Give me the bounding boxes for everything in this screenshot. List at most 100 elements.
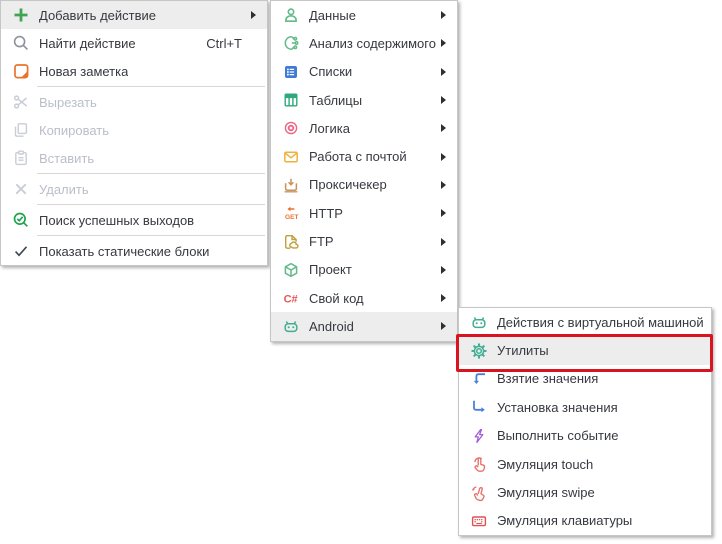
touch-icon [469,455,489,473]
separator [37,86,265,87]
menu-item-label: FTP [309,234,334,249]
proxy-checker-icon [281,176,301,194]
submenu-arrow-icon [441,322,446,330]
submenu-arrow-icon [441,153,446,161]
project-cube-icon [281,261,301,279]
menu-item[interactable]: Работа с почтой [271,142,457,170]
http-get-icon: GET [281,204,301,222]
menu-item-label: Данные [309,8,356,23]
run-event-icon [469,427,489,445]
submenu-arrow-icon [441,39,446,47]
set-value-icon [469,398,489,416]
menu-item-label: Удалить [39,182,89,197]
menu-item[interactable]: Логика [271,114,457,142]
delete-icon [11,180,31,198]
menu-item-label: Взятие значения [497,371,598,386]
menu-item-label: Показать статические блоки [39,244,209,259]
menu-item: Удалить [1,175,267,203]
submenu-arrow-icon [441,124,446,132]
paste-icon [11,149,31,167]
search-success-icon [11,211,31,229]
android-icon [469,313,489,331]
submenu-arrow-icon [441,181,446,189]
menu-item-label: Свой код [309,291,364,306]
table-icon [281,91,301,109]
menu-item[interactable]: Эмуляция touch [459,450,711,478]
mail-icon [281,148,301,166]
menu-item[interactable]: Проект [271,256,457,284]
menu-item-label: Проксичекер [309,177,387,192]
menu-item[interactable]: Проксичекер [271,171,457,199]
menu-item[interactable]: Поиск успешных выходов [1,206,267,234]
ftp-icon [281,233,301,251]
menu-item[interactable]: Эмуляция клавиатуры [459,507,711,535]
menu-item-label: Копировать [39,123,109,138]
keyboard-icon [469,512,489,530]
menu-item: Копировать [1,116,267,144]
menu-item[interactable]: Android [271,312,457,340]
menu-item[interactable]: Списки [271,58,457,86]
menu-item[interactable]: GET HTTP [271,199,457,227]
gear-icon [469,342,489,360]
copy-icon [11,121,31,139]
logic-icon [281,119,301,137]
menu-item-label: Вырезать [39,95,97,110]
menu-item[interactable]: Данные [271,1,457,29]
menu-item: Вставить [1,144,267,172]
menu-item[interactable]: Анализ содержимого [271,29,457,57]
menu-item: Вырезать [1,88,267,116]
menu-item[interactable]: Найти действие Ctrl+T [1,29,267,57]
menu-item-label: Эмуляция swipe [497,485,595,500]
menu-item[interactable]: FTP [271,227,457,255]
submenu-arrow-icon [441,96,446,104]
submenu-arrow-icon [441,294,446,302]
menu-item-label: Проект [309,262,352,277]
svg-text:C#: C# [284,294,298,306]
menu-item[interactable]: Утилиты [459,336,711,364]
menu-item[interactable]: Установка значения [459,393,711,421]
menu-item[interactable]: Взятие значения [459,365,711,393]
submenu-arrow-icon [441,68,446,76]
list-icon [281,63,301,81]
menu-item[interactable]: Выполнить событие [459,422,711,450]
menu-item-label: Android [309,319,354,334]
menu-item[interactable]: Новая заметка [1,57,267,85]
search-icon [11,34,31,52]
menu-item-shortcut: Ctrl+T [206,36,267,51]
menu-item-label: Логика [309,121,350,136]
submenu-arrow-icon [441,238,446,246]
menu-item-label: Вставить [39,151,94,166]
menu-item[interactable]: C# Свой код [271,284,457,312]
take-value-icon [469,370,489,388]
menu-item-label: Найти действие [39,36,136,51]
menu-item-label: Списки [309,64,352,79]
context-menu: Добавить действие Найти действие Ctrl+T Нов… [0,0,268,266]
swipe-icon [469,484,489,502]
menu-item[interactable]: Действия с виртуальной машиной [459,308,711,336]
menu-item-label: Эмуляция клавиатуры [497,513,632,528]
android-icon [281,317,301,335]
menu-item-label: HTTP [309,206,343,221]
menu-item-label: Утилиты [497,343,549,358]
menu-item-label: Эмуляция touch [497,457,593,472]
menu-item-label: Действия с виртуальной машиной [497,315,704,330]
csharp-icon: C# [281,289,301,307]
menu-item-label: Поиск успешных выходов [39,213,194,228]
submenu-arrow-icon [441,11,446,19]
menu-item-label: Новая заметка [39,64,128,79]
svg-text:GET: GET [285,214,299,221]
android-submenu: Действия с виртуальной машиной Утилиты Взя… [458,307,712,536]
menu-item-label: Добавить действие [39,8,156,23]
submenu-arrow-icon [441,266,446,274]
add-action-submenu: Данные Анализ содержимого Списки Таблицы Лог… [270,0,458,342]
submenu-arrow-icon [251,11,256,19]
menu-item[interactable]: Показать статические блоки [1,237,267,265]
menu-item[interactable]: Таблицы [271,86,457,114]
person-icon [281,6,301,24]
menu-item[interactable]: Эмуляция swipe [459,478,711,506]
menu-item-label: Установка значения [497,400,618,415]
separator [37,235,265,236]
menu-item[interactable]: Добавить действие [1,1,267,29]
menu-item-label: Анализ содержимого [309,36,436,51]
menu-item-label: Таблицы [309,93,362,108]
